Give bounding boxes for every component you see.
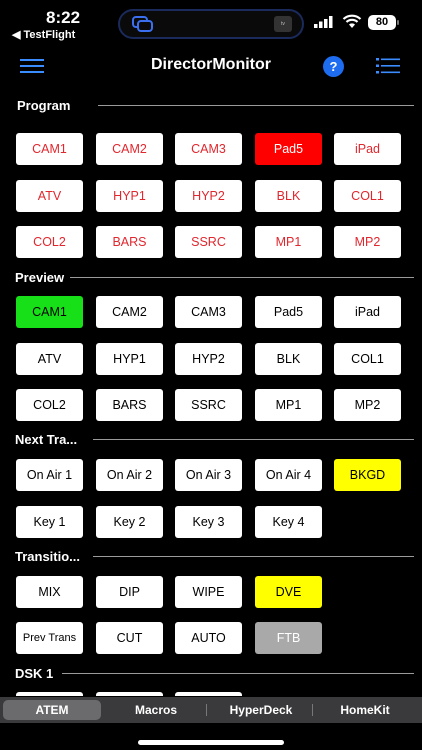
cellular-signal-icon [314, 16, 333, 28]
preview-pad5-button[interactable]: Pad5 [255, 296, 322, 328]
home-indicator[interactable] [138, 740, 284, 745]
dsk1-divider [62, 673, 414, 674]
preview-hyp1-button[interactable]: HYP1 [96, 343, 163, 375]
mix-button[interactable]: MIX [16, 576, 83, 608]
back-to-testflight-link[interactable]: ◀ TestFlight [12, 28, 75, 41]
program-section-title: Program [17, 98, 71, 113]
bkgd-button[interactable]: BKGD [334, 459, 401, 491]
preview-mp1-button[interactable]: MP1 [255, 389, 322, 421]
tab-atem[interactable]: ATEM [3, 700, 101, 720]
navigation-bar: DirectorMonitor ? [0, 46, 422, 86]
preview-section-title: Preview [15, 270, 65, 285]
on-air-4-button[interactable]: On Air 4 [255, 459, 322, 491]
program-col1-button[interactable]: COL1 [334, 180, 401, 212]
key-1-button[interactable]: Key 1 [16, 506, 83, 538]
dsk1-button-2[interactable] [96, 692, 163, 696]
tab-bar: ATEM Macros HyperDeck HomeKit [0, 697, 422, 723]
program-ipad-button[interactable]: iPad [334, 133, 401, 165]
on-air-1-button[interactable]: On Air 1 [16, 459, 83, 491]
transition-section-title: Transitio... [15, 549, 81, 564]
key-2-button[interactable]: Key 2 [96, 506, 163, 538]
program-pad5-button[interactable]: Pad5 [255, 133, 322, 165]
preview-divider [70, 277, 414, 278]
key-3-button[interactable]: Key 3 [175, 506, 242, 538]
program-bars-button[interactable]: BARS [96, 226, 163, 258]
preview-cam2-button[interactable]: CAM2 [96, 296, 163, 328]
program-cam1-button[interactable]: CAM1 [16, 133, 83, 165]
preview-col1-button[interactable]: COL1 [334, 343, 401, 375]
program-col2-button[interactable]: COL2 [16, 226, 83, 258]
app-title: DirectorMonitor [151, 56, 271, 73]
preview-cam1-button[interactable]: CAM1 [16, 296, 83, 328]
transition-divider [93, 556, 414, 557]
screen-mirroring-icon [132, 16, 153, 32]
preview-ipad-button[interactable]: iPad [334, 296, 401, 328]
program-mp1-button[interactable]: MP1 [255, 226, 322, 258]
wifi-icon [342, 14, 362, 28]
preview-atv-button[interactable]: ATV [16, 343, 83, 375]
tab-separator [206, 704, 207, 716]
dsk1-button-1[interactable] [16, 692, 83, 696]
cut-button[interactable]: CUT [96, 622, 163, 654]
program-cam3-button[interactable]: CAM3 [175, 133, 242, 165]
key-4-button[interactable]: Key 4 [255, 506, 322, 538]
dsk1-section-title: DSK 1 [15, 666, 54, 681]
dip-button[interactable]: DIP [96, 576, 163, 608]
tab-hyperdeck[interactable]: HyperDeck [209, 700, 313, 720]
prev-trans-button[interactable]: Prev Trans [16, 622, 83, 654]
preview-blk-button[interactable]: BLK [255, 343, 322, 375]
list-menu-icon[interactable] [376, 57, 400, 75]
battery-level: 80 [368, 15, 396, 30]
dsk1-button-3[interactable] [175, 692, 242, 696]
preview-bars-button[interactable]: BARS [96, 389, 163, 421]
program-ssrc-button[interactable]: SSRC [175, 226, 242, 258]
tab-homekit[interactable]: HomeKit [315, 700, 415, 720]
on-air-2-button[interactable]: On Air 2 [96, 459, 163, 491]
program-cam2-button[interactable]: CAM2 [96, 133, 163, 165]
dynamic-island: tv [118, 9, 304, 39]
program-atv-button[interactable]: ATV [16, 180, 83, 212]
tab-separator [312, 704, 313, 716]
next-transition-divider [93, 439, 414, 440]
program-mp2-button[interactable]: MP2 [334, 226, 401, 258]
dve-button[interactable]: DVE [255, 576, 322, 608]
preview-hyp2-button[interactable]: HYP2 [175, 343, 242, 375]
battery-nub [397, 20, 399, 25]
wipe-button[interactable]: WIPE [175, 576, 242, 608]
ftb-button[interactable]: FTB [255, 622, 322, 654]
apple-tv-icon: tv [274, 16, 292, 32]
clock: 8:22 [46, 8, 81, 27]
program-hyp1-button[interactable]: HYP1 [96, 180, 163, 212]
help-button[interactable]: ? [323, 56, 344, 77]
preview-cam3-button[interactable]: CAM3 [175, 296, 242, 328]
tab-macros[interactable]: Macros [107, 700, 205, 720]
on-air-3-button[interactable]: On Air 3 [175, 459, 242, 491]
auto-button[interactable]: AUTO [175, 622, 242, 654]
preview-ssrc-button[interactable]: SSRC [175, 389, 242, 421]
preview-col2-button[interactable]: COL2 [16, 389, 83, 421]
switcher-panel[interactable]: Program CAM1 CAM2 CAM3 Pad5 iPad ATV HYP… [0, 88, 422, 696]
program-divider [98, 105, 414, 106]
program-hyp2-button[interactable]: HYP2 [175, 180, 242, 212]
program-blk-button[interactable]: BLK [255, 180, 322, 212]
status-bar: 8:22 ◀ TestFlight tv 80 [0, 0, 422, 44]
preview-mp2-button[interactable]: MP2 [334, 389, 401, 421]
next-transition-section-title: Next Tra... [15, 432, 78, 447]
